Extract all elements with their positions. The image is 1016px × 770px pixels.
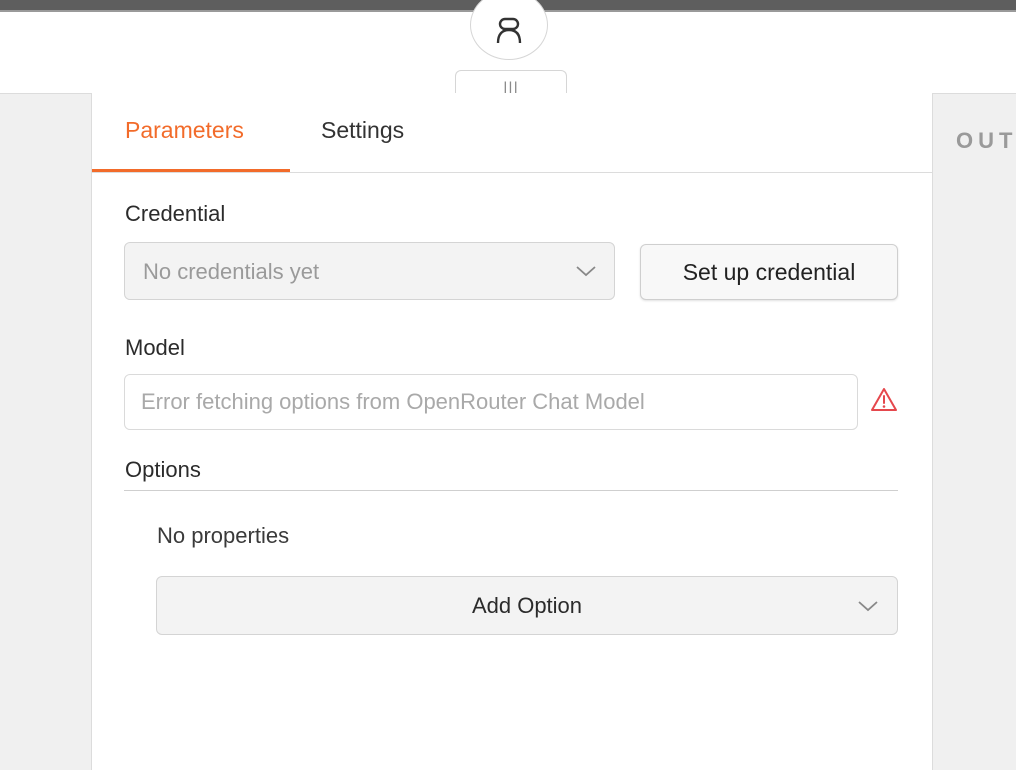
tab-settings[interactable]: Settings <box>321 117 404 144</box>
model-label: Model <box>125 335 185 360</box>
model-input-placeholder: Error fetching options from OpenRouter C… <box>141 389 645 414</box>
output-panel-title: OUT <box>956 128 1016 153</box>
options-divider <box>124 490 898 491</box>
tab-parameters[interactable]: Parameters <box>125 117 244 144</box>
credential-label: Credential <box>125 201 226 226</box>
robot-icon <box>496 17 522 44</box>
chevron-down-icon <box>858 601 878 612</box>
node-icon-badge[interactable] <box>470 0 548 60</box>
model-input[interactable]: Error fetching options from OpenRouter C… <box>124 374 858 430</box>
warning-icon <box>871 388 897 411</box>
credential-select-value: No credentials yet <box>143 259 320 284</box>
credential-select[interactable]: No credentials yet <box>124 242 615 300</box>
active-tab-indicator <box>92 169 290 172</box>
add-option-label: Add Option <box>471 593 583 618</box>
panel-tabs: Parameters Settings <box>92 93 932 173</box>
node-parameters-panel: Parameters Settings Credential No creden… <box>91 93 933 770</box>
options-label: Options <box>125 457 201 482</box>
add-option-dropdown[interactable]: Add Option <box>156 576 898 635</box>
chevron-down-icon <box>576 266 596 277</box>
set-up-credential-button[interactable]: Set up credential <box>640 244 898 300</box>
node-header: ||| <box>0 0 1016 106</box>
no-properties-text: No properties <box>157 523 290 548</box>
